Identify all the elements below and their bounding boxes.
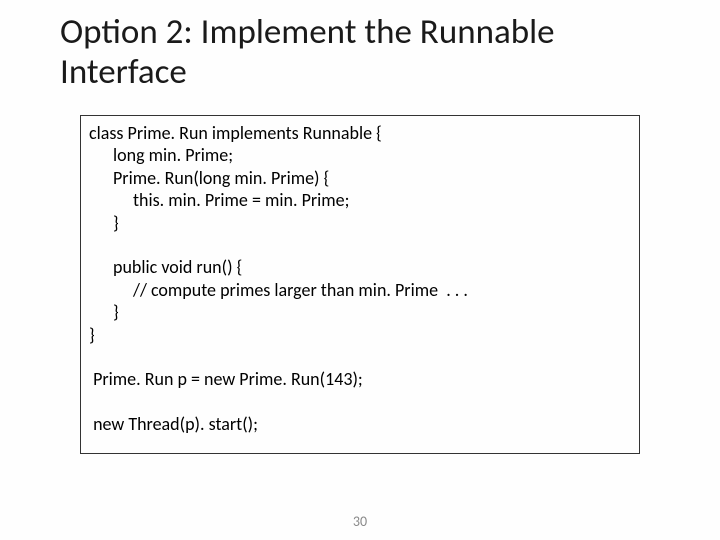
code-box: class Prime. Run implements Runnable { l… (80, 115, 640, 455)
code-line: Prime. Run p = new Prime. Run(143); (89, 368, 631, 391)
page-number: 30 (0, 513, 720, 530)
blank-line (89, 346, 631, 368)
slide-title: Option 2: Implement the Runnable Interfa… (0, 0, 720, 93)
code-line: this. min. Prime = min. Prime; (89, 189, 631, 212)
code-line: public void run() { (89, 256, 631, 279)
code-line: } (89, 212, 631, 235)
code-line: // compute primes larger than min. Prime… (89, 279, 631, 302)
blank-line (89, 234, 631, 256)
code-line: long min. Prime; (89, 144, 631, 167)
code-line: } (89, 324, 631, 347)
blank-line (89, 391, 631, 413)
code-line: class Prime. Run implements Runnable { (89, 122, 631, 145)
code-line: new Thread(p). start(); (89, 413, 631, 436)
code-line: } (89, 301, 631, 324)
code-line: Prime. Run(long min. Prime) { (89, 167, 631, 190)
